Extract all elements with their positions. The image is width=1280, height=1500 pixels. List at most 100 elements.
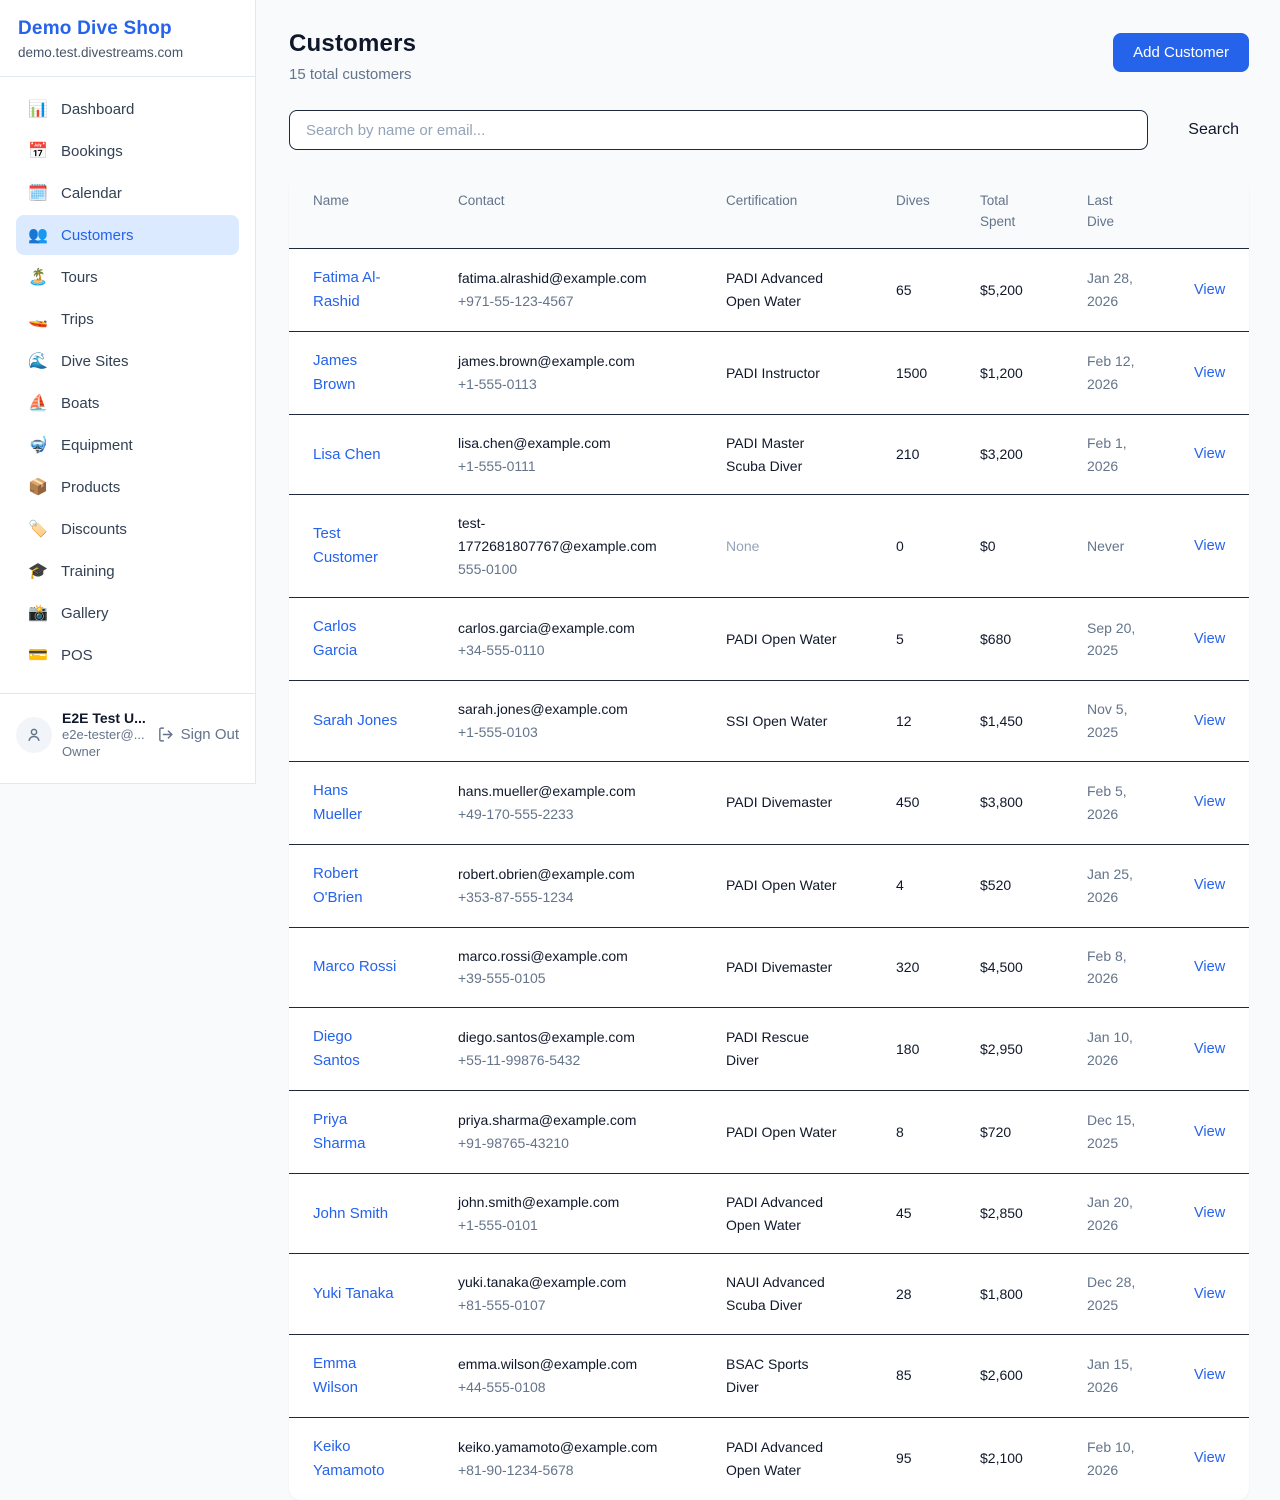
table-row: Carlos Garciacarlos.garcia@example.com+3… <box>289 598 1249 681</box>
shop-name: Demo Dive Shop <box>18 18 237 40</box>
customer-name-link[interactable]: Lisa Chen <box>313 443 381 467</box>
view-customer-link[interactable]: View <box>1194 365 1225 381</box>
customer-dives-cell: 8 <box>872 1090 956 1173</box>
sidebar-item-training[interactable]: 🎓Training <box>16 551 239 591</box>
sign-out-button[interactable]: Sign Out <box>157 726 239 743</box>
view-customer-link[interactable]: View <box>1194 446 1225 462</box>
view-customer-link[interactable]: View <box>1194 713 1225 729</box>
view-customer-link[interactable]: View <box>1194 282 1225 298</box>
customer-name-link[interactable]: Keiko Yamamoto <box>313 1435 399 1483</box>
customer-name-link[interactable]: Diego Santos <box>313 1025 399 1073</box>
customer-name-link[interactable]: Sarah Jones <box>313 709 397 733</box>
customer-name-link[interactable]: Emma Wilson <box>313 1352 399 1400</box>
customer-certification: PADI Rescue Diver <box>726 1026 838 1071</box>
customer-contact-cell: test-1772681807767@example.com555-0100 <box>434 495 702 598</box>
customer-name-cell: Robert O'Brien <box>289 844 434 927</box>
customer-last-dive-cell: Jan 10, 2026 <box>1063 1007 1170 1090</box>
customer-phone: +55-11-99876-5432 <box>458 1049 692 1072</box>
sidebar-item-customers[interactable]: 👥Customers <box>16 215 239 255</box>
customer-certification-cell: BSAC Sports Diver <box>702 1334 872 1417</box>
customer-total-spent-cell: $2,850 <box>956 1173 1063 1253</box>
customer-certification-cell: NAUI Advanced Scuba Diver <box>702 1254 872 1334</box>
customer-name-link[interactable]: Priya Sharma <box>313 1108 399 1156</box>
user-email: e2e-tester@... <box>62 727 147 744</box>
customer-certification-cell: SSI Open Water <box>702 681 872 761</box>
person-icon <box>25 726 43 744</box>
customer-name-cell: Fatima Al-Rashid <box>289 248 434 331</box>
customer-certification: PADI Open Water <box>726 874 838 897</box>
view-customer-link[interactable]: View <box>1194 794 1225 810</box>
table-row: Marco Rossimarco.rossi@example.com+39-55… <box>289 927 1249 1007</box>
customers-table-card: Name Contact Certification Dives Total S… <box>289 176 1249 1500</box>
sidebar-item-discounts[interactable]: 🏷️Discounts <box>16 509 239 549</box>
customer-name-link[interactable]: Marco Rossi <box>313 955 396 979</box>
view-customer-link[interactable]: View <box>1194 631 1225 647</box>
customer-name-link[interactable]: Robert O'Brien <box>313 862 399 910</box>
customer-name-link[interactable]: Test Customer <box>313 522 399 570</box>
view-customer-link[interactable]: View <box>1194 1205 1225 1221</box>
sidebar-item-tours[interactable]: 🏝️Tours <box>16 257 239 297</box>
sidebar-item-dashboard[interactable]: 📊Dashboard <box>16 89 239 129</box>
table-header-row: Name Contact Certification Dives Total S… <box>289 176 1249 248</box>
sidebar-item-dive-sites[interactable]: 🌊Dive Sites <box>16 341 239 381</box>
view-customer-link[interactable]: View <box>1194 877 1225 893</box>
customer-phone: +1-555-0111 <box>458 455 692 478</box>
customer-last-dive-cell: Dec 15, 2025 <box>1063 1090 1170 1173</box>
customer-phone: +1-555-0103 <box>458 721 692 744</box>
sidebar-item-trips[interactable]: 🚤Trips <box>16 299 239 339</box>
table-row: Yuki Tanaka yuki.tanaka@example.com+81-55… <box>289 1254 1249 1334</box>
search-button[interactable]: Search <box>1178 121 1249 139</box>
customer-actions-cell: View <box>1170 1173 1249 1253</box>
customer-name-link[interactable]: John Smith <box>313 1202 388 1226</box>
sidebar-item-products[interactable]: 📦Products <box>16 467 239 507</box>
view-customer-link[interactable]: View <box>1194 1041 1225 1057</box>
customer-contact-cell: john.smith@example.com+1-555-0101 <box>434 1173 702 1253</box>
customer-certification: PADI Open Water <box>726 1121 838 1144</box>
view-customer-link[interactable]: View <box>1194 1124 1225 1140</box>
sidebar-item-label: Dive Sites <box>61 353 129 370</box>
user-name: E2E Test U... <box>62 709 147 727</box>
customer-contact-cell: emma.wilson@example.com+44-555-0108 <box>434 1334 702 1417</box>
customer-name-link[interactable]: Yuki Tanaka <box>313 1282 394 1306</box>
sidebar-item-label: Gallery <box>61 605 109 622</box>
sidebar-item-calendar[interactable]: 🗓️Calendar <box>16 173 239 213</box>
customer-name-link[interactable]: Fatima Al-Rashid <box>313 266 399 314</box>
sidebar-item-label: POS <box>61 647 93 664</box>
sidebar-item-boats[interactable]: ⛵Boats <box>16 383 239 423</box>
spiral-calendar-icon: 🗓️ <box>28 183 48 203</box>
customer-email: carlos.garcia@example.com <box>458 617 663 640</box>
customer-contact-cell: yuki.tanaka@example.com+81-555-0107 <box>434 1254 702 1334</box>
view-customer-link[interactable]: View <box>1194 538 1225 554</box>
view-customer-link[interactable]: View <box>1194 1450 1225 1466</box>
people-icon: 👥 <box>28 225 48 245</box>
customer-total-spent-cell: $2,100 <box>956 1417 1063 1500</box>
customer-dives-cell: 0 <box>872 495 956 598</box>
customer-last-dive-cell: Feb 8, 2026 <box>1063 927 1170 1007</box>
customer-name-link[interactable]: Carlos Garcia <box>313 615 399 663</box>
customer-last-dive-cell: Never <box>1063 495 1170 598</box>
sidebar: Demo Dive Shop demo.test.divestreams.com… <box>0 0 256 784</box>
graduation-cap-icon: 🎓 <box>28 561 48 581</box>
customer-phone: +91-98765-43210 <box>458 1132 692 1155</box>
sidebar-item-gallery[interactable]: 📸Gallery <box>16 593 239 633</box>
customer-name-link[interactable]: James Brown <box>313 349 399 397</box>
sidebar-item-equipment[interactable]: 🤿Equipment <box>16 425 239 465</box>
sidebar-item-pos[interactable]: 💳POS <box>16 635 239 675</box>
customer-last-dive-cell: Jan 28, 2026 <box>1063 248 1170 331</box>
customer-certification-cell: PADI Divemaster <box>702 761 872 844</box>
view-customer-link[interactable]: View <box>1194 959 1225 975</box>
customer-name-link[interactable]: Hans Mueller <box>313 779 399 827</box>
sidebar-item-bookings[interactable]: 📅Bookings <box>16 131 239 171</box>
view-customer-link[interactable]: View <box>1194 1367 1225 1383</box>
user-section: E2E Test U... e2e-tester@... Owner Sign … <box>0 693 255 779</box>
customer-contact-cell: lisa.chen@example.com+1-555-0111 <box>434 414 702 494</box>
add-customer-button[interactable]: Add Customer <box>1113 33 1249 72</box>
customer-dives-cell: 28 <box>872 1254 956 1334</box>
search-input[interactable] <box>289 110 1148 150</box>
sidebar-item-label: Products <box>61 479 120 496</box>
customer-last-dive: Sep 20, 2025 <box>1087 617 1157 662</box>
customer-last-dive-cell: Dec 28, 2025 <box>1063 1254 1170 1334</box>
column-header-contact: Contact <box>434 176 702 248</box>
table-row: Priya Sharmapriya.sharma@example.com+91-… <box>289 1090 1249 1173</box>
view-customer-link[interactable]: View <box>1194 1286 1225 1302</box>
